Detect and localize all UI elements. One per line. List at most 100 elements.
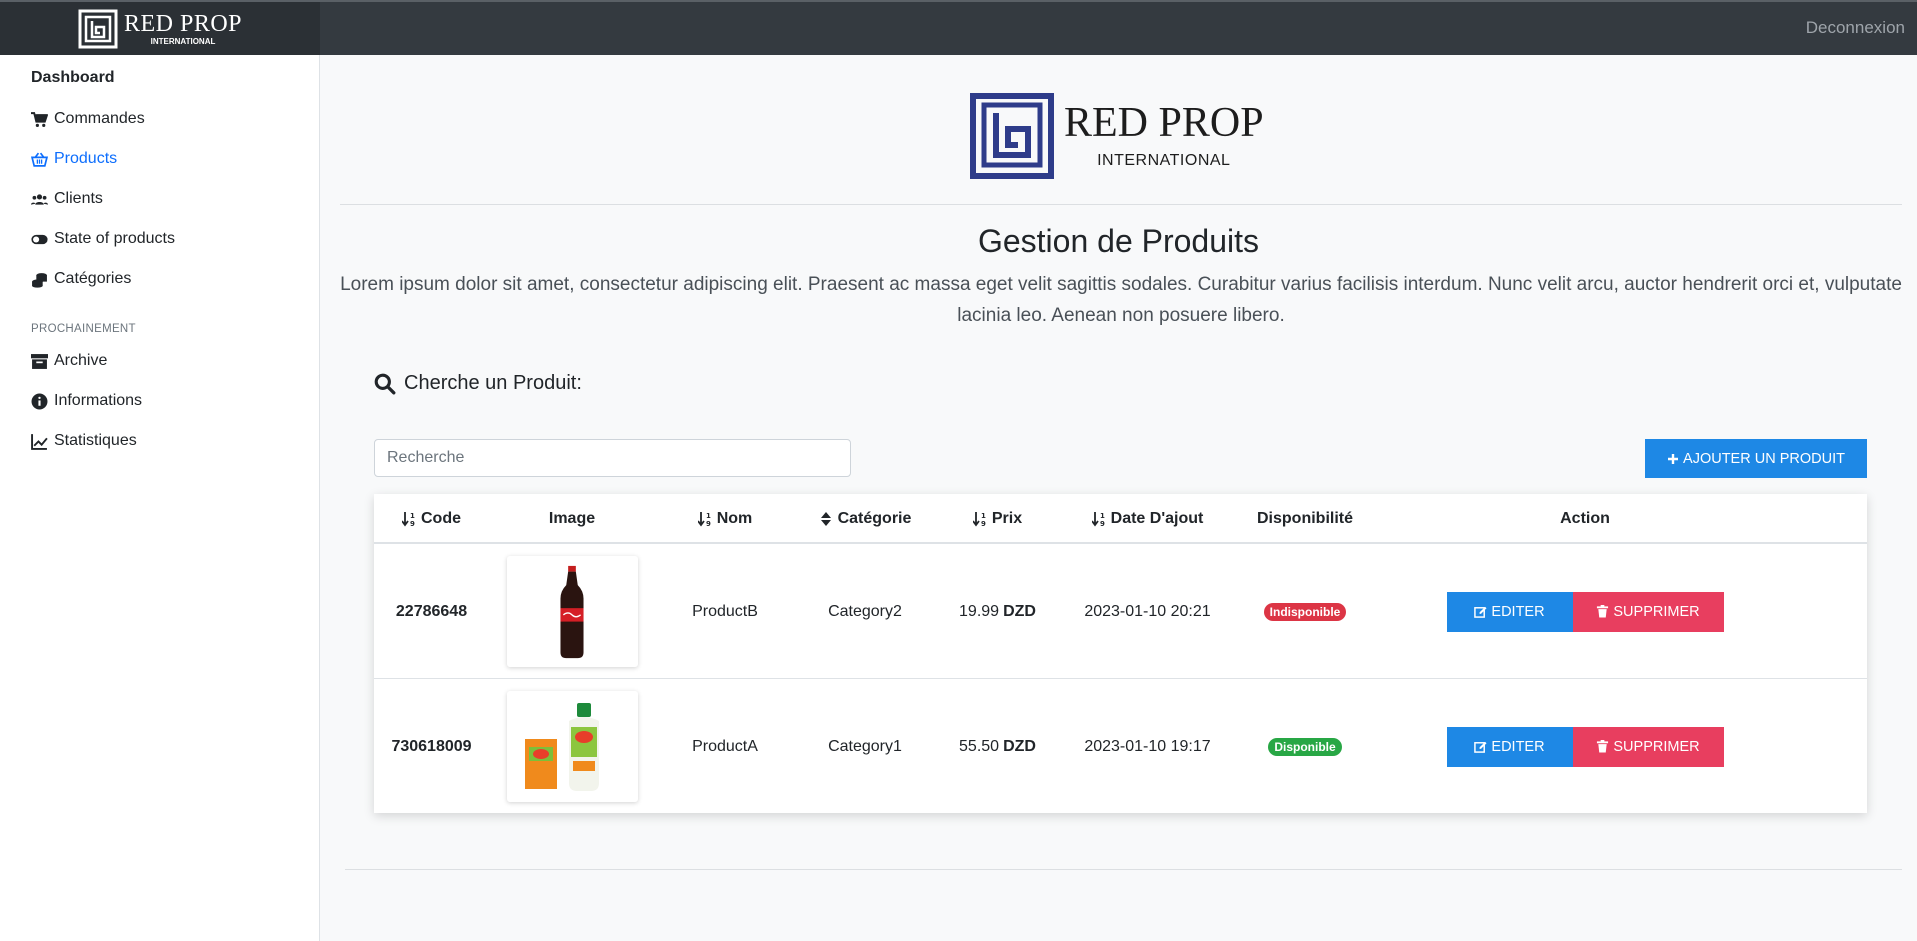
col-header-categorie[interactable]: Catégorie xyxy=(795,494,935,544)
edit-button[interactable]: EDITER xyxy=(1446,726,1573,767)
svg-text:1: 1 xyxy=(981,512,986,520)
search-heading-label: Cherche un Produit: xyxy=(404,372,582,394)
sort-numeric-icon: 19 xyxy=(402,512,415,527)
cell-disponibilite: Indisponible xyxy=(1235,544,1375,679)
search-heading: Cherche un Produit: xyxy=(374,372,582,395)
sidebar-item-label: Commandes xyxy=(54,110,145,127)
hero-brand-name: RED PROP xyxy=(1064,100,1264,146)
sidebar-item-products[interactable]: Products xyxy=(31,147,117,171)
edit-icon xyxy=(1474,741,1487,753)
cell-prix: 19.99 DZD xyxy=(935,544,1060,679)
col-header-disponibilite: Disponibilité xyxy=(1235,494,1375,544)
brand-text: RED PROP INTERNATIONAL xyxy=(124,12,242,46)
sidebar-item-state-of-products[interactable]: State of products xyxy=(31,227,175,251)
cell-code: 730618009 xyxy=(391,737,472,755)
top-navbar: RED PROP INTERNATIONAL Deconnexion xyxy=(0,0,1917,55)
delete-label: SUPPRIMER xyxy=(1613,738,1700,755)
sort-numeric-icon: 19 xyxy=(1091,512,1105,527)
cell-disponibilite: Disponible xyxy=(1235,679,1375,814)
cell-nom: ProductA xyxy=(692,737,758,755)
basket-icon xyxy=(31,152,48,167)
sidebar-title[interactable]: Dashboard xyxy=(31,69,115,87)
logout-link[interactable]: Deconnexion xyxy=(1806,18,1905,38)
divider xyxy=(345,869,1902,870)
edit-icon xyxy=(1474,606,1487,618)
edit-label: EDITER xyxy=(1491,603,1545,620)
search-icon xyxy=(374,373,396,394)
product-image xyxy=(506,691,638,802)
edit-label: EDITER xyxy=(1491,738,1545,755)
cell-image xyxy=(489,544,655,679)
col-header-action: Action xyxy=(1375,494,1795,544)
cell-action: EDITER SUPPRIMER xyxy=(1375,679,1795,814)
hero-logo-text: RED PROP INTERNATIONAL xyxy=(1064,102,1264,170)
col-header-nom[interactable]: 19 Nom xyxy=(655,494,795,544)
delete-label: SUPPRIMER xyxy=(1613,603,1700,620)
cart-icon xyxy=(31,111,48,127)
col-header-label: Nom xyxy=(716,510,753,527)
sort-icon xyxy=(820,512,831,526)
col-header-code[interactable]: 19 Code xyxy=(374,494,489,544)
divider xyxy=(340,204,1902,205)
svg-text:1: 1 xyxy=(706,512,711,520)
red-prop-logo-icon xyxy=(970,93,1054,179)
edit-button[interactable]: EDITER xyxy=(1446,591,1573,632)
price-value: 55.50 xyxy=(959,737,1000,755)
trash-icon xyxy=(1597,605,1609,618)
archive-icon xyxy=(31,353,48,369)
sidebar-item-informations[interactable]: Informations xyxy=(31,389,142,413)
plus-icon xyxy=(1668,453,1679,464)
sidebar-item-clients[interactable]: Clients xyxy=(31,187,103,211)
svg-text:9: 9 xyxy=(981,520,986,527)
page-description: Lorem ipsum dolor sit amet, consectetur … xyxy=(340,274,1902,326)
delete-button[interactable]: SUPPRIMER xyxy=(1572,591,1724,632)
col-header-date[interactable]: 19 Date D'ajout xyxy=(1060,494,1235,544)
table-header: 19 Code Image 19 Nom Catégorie 19 Prix 1… xyxy=(374,494,1867,544)
coins-icon xyxy=(32,272,47,288)
hero-logo: RED PROP INTERNATIONAL xyxy=(970,93,1264,179)
svg-text:9: 9 xyxy=(1100,520,1105,527)
brand-logo-icon xyxy=(78,9,118,48)
sidebar-section-label: PROCHAINEMENT xyxy=(31,323,136,335)
sidebar-item-categories[interactable]: Catégories xyxy=(31,267,131,291)
delete-button[interactable]: SUPPRIMER xyxy=(1572,726,1724,767)
cell-date: 2023-01-10 20:21 xyxy=(1084,602,1211,620)
price-currency: DZD xyxy=(1003,737,1036,755)
cell-categorie: Category1 xyxy=(828,737,902,755)
price-value: 19.99 xyxy=(959,602,1000,620)
cell-date: 2023-01-10 19:17 xyxy=(1084,737,1211,755)
sidebar-item-label: State of products xyxy=(54,230,175,247)
page-title: Gestion de Produits xyxy=(977,223,1260,259)
add-product-label: AJOUTER UN PRODUIT xyxy=(1683,450,1845,467)
price-currency: DZD xyxy=(1003,602,1036,620)
col-header-prix[interactable]: 19 Prix xyxy=(935,494,1060,544)
svg-text:9: 9 xyxy=(410,520,415,527)
sort-numeric-icon: 19 xyxy=(972,512,986,527)
sidebar-item-statistiques[interactable]: Statistiques xyxy=(31,429,137,453)
cell-nom: ProductB xyxy=(692,602,758,620)
toggle-icon xyxy=(31,234,48,244)
sidebar-item-label: Catégories xyxy=(54,270,132,287)
sidebar-item-archive[interactable]: Archive xyxy=(31,349,107,373)
col-header-label: Code xyxy=(421,510,461,527)
sidebar-item-label: Archive xyxy=(54,352,108,369)
col-header-label: Image xyxy=(548,510,596,527)
off-repellent-image xyxy=(525,702,599,791)
sidebar-item-label: Products xyxy=(54,150,118,167)
col-header-label: Date D'ajout xyxy=(1110,510,1204,527)
cell-action: EDITER SUPPRIMER xyxy=(1375,544,1795,679)
hero-brand-sub: INTERNATIONAL xyxy=(1097,152,1231,169)
sidebar-item-commandes[interactable]: Commandes xyxy=(31,107,145,131)
product-image xyxy=(506,556,638,667)
brand-sub: INTERNATIONAL xyxy=(150,36,216,46)
sidebar-item-label: Informations xyxy=(54,392,143,409)
search-input[interactable] xyxy=(374,439,851,477)
col-header-label: Action xyxy=(1560,510,1610,527)
status-badge: Indisponible xyxy=(1263,602,1347,621)
sort-numeric-icon: 19 xyxy=(697,512,711,527)
cell-code: 22786648 xyxy=(395,602,468,620)
table-row: 730618009 ProductA Category1 55.50 DZD 2… xyxy=(374,679,1867,814)
brand[interactable]: RED PROP INTERNATIONAL xyxy=(0,2,320,55)
svg-text:1: 1 xyxy=(1100,512,1105,520)
add-product-button[interactable]: AJOUTER UN PRODUIT xyxy=(1645,439,1867,478)
